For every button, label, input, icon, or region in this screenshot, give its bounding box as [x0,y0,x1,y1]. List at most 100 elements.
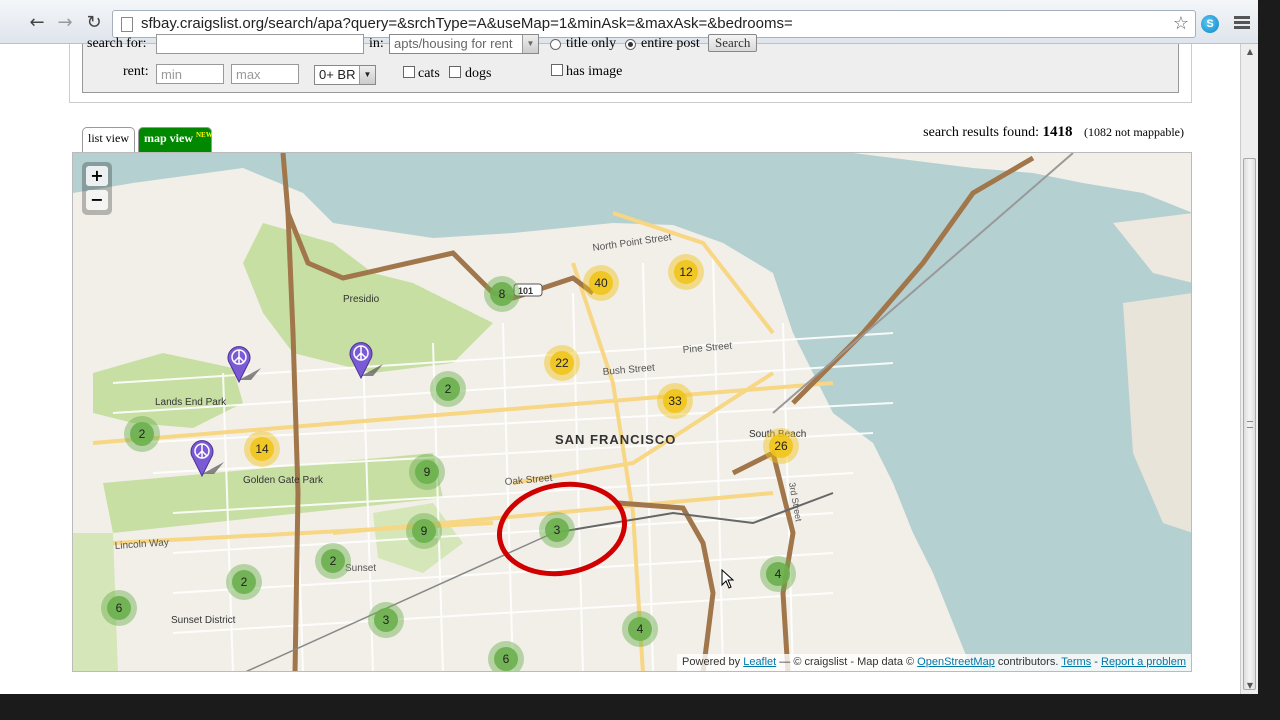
cluster-count: 6 [116,601,123,615]
back-arrow-icon[interactable]: ← [26,12,48,34]
results-count: 1418 [1042,124,1073,140]
cluster-marker[interactable]: 2 [430,371,466,407]
title-only-label: title only [566,36,617,51]
results-prefix: search results found: [923,125,1040,140]
cluster-marker[interactable]: 3 [539,512,575,548]
presidio-label: Presidio [343,294,380,305]
lands-end-label-text: Lands End Park [155,397,227,408]
highway-101-label: 101 [518,286,533,296]
cluster-count: 33 [668,394,682,408]
cats-label: cats [418,66,440,81]
zoom-out-button[interactable]: − [86,190,108,210]
search-button[interactable]: Search [708,34,758,52]
tab-map-view[interactable]: map view NEW [138,127,213,152]
cluster-marker[interactable]: 2 [124,416,160,452]
cats-checkbox[interactable] [403,66,415,78]
bedrooms-select-value: 0+ BR [319,67,356,82]
chevron-down-icon: ▼ [359,66,375,84]
results-unmappable: (1082 not mappable) [1084,125,1184,139]
cluster-marker[interactable]: 33 [657,383,693,419]
reload-icon[interactable]: ↻ [83,12,105,34]
dogs-checkbox[interactable] [449,66,461,78]
cluster-marker[interactable]: 4 [622,611,658,647]
cluster-count: 12 [679,265,693,279]
cluster-count: 4 [637,622,644,636]
new-badge: NEW [196,131,213,139]
cluster-count: 2 [445,382,452,396]
cluster-count: 22 [555,356,569,370]
leaflet-link[interactable]: Leaflet [743,656,776,668]
cluster-marker[interactable]: 6 [101,590,137,626]
in-label: in: [369,36,384,51]
cluster-marker[interactable]: 2 [315,543,351,579]
cluster-count: 2 [139,427,146,441]
map-view[interactable]: Presidio Lands End Park Golden Gate Park… [72,152,1192,672]
chevron-down-icon: ▼ [522,35,538,53]
url-text[interactable]: sfbay.craigslist.org/search/apa?query=&s… [141,15,793,32]
cluster-marker[interactable]: 9 [406,513,442,549]
map-canvas[interactable]: Presidio Lands End Park Golden Gate Park… [73,153,1192,672]
bedrooms-select[interactable]: 0+ BR ▼ [314,65,376,85]
min-rent-input[interactable]: min [156,64,224,84]
category-select[interactable]: apts/housing for rent ▼ [389,34,539,54]
cluster-marker[interactable]: 26 [763,428,799,464]
search-query-input[interactable] [156,34,364,54]
cluster-marker[interactable]: 3 [368,602,404,638]
scroll-thumb[interactable] [1243,158,1256,690]
attribution-dash: - [1091,656,1101,668]
mouse-cursor-icon [721,569,735,589]
golden-gate-park-label: Golden Gate Park [243,475,324,486]
cluster-count: 4 [775,567,782,581]
attribution-contributors: contributors. [994,656,1062,668]
search-for-label: search for: [87,36,147,51]
skype-extension-icon[interactable]: S [1201,15,1219,33]
cluster-count: 6 [503,652,510,666]
cluster-count: 2 [330,554,337,568]
terms-link[interactable]: Terms [1061,656,1091,668]
bookmark-star-icon[interactable]: ☆ [1173,13,1189,34]
tab-list-view-label: list view [88,131,129,145]
cluster-marker[interactable]: 2 [226,564,262,600]
results-summary: search results found: 1418 (1082 not map… [923,124,1184,141]
entire-post-label: entire post [641,36,700,51]
city-label: SAN FRANCISCO [555,432,676,447]
cluster-count: 3 [554,523,561,537]
window-edge-bottom [0,694,1280,720]
report-problem-link[interactable]: Report a problem [1101,656,1186,668]
title-only-radio[interactable] [550,39,561,50]
cluster-count: 9 [421,524,428,538]
search-form: search for: in: apts/housing for rent ▼ … [82,34,1179,93]
map-attribution: Powered by Leaflet — © craigslist - Map … [677,654,1191,671]
cluster-count: 8 [499,287,506,301]
cluster-marker[interactable]: 14 [244,431,280,467]
cluster-marker[interactable]: 12 [668,254,704,290]
openstreetmap-link[interactable]: OpenStreetMap [917,656,995,668]
page-icon [121,17,133,32]
entire-post-radio[interactable] [625,39,636,50]
cluster-marker[interactable]: 40 [583,265,619,301]
cluster-count: 26 [774,439,788,453]
dogs-label: dogs [465,66,492,81]
zoom-control: + − [82,162,112,215]
window-edge [1258,0,1280,720]
tab-list-view[interactable]: list view [82,127,135,152]
tab-map-view-label: map view [144,131,193,145]
attribution-powered-by: Powered by [682,656,741,668]
rent-label: rent: [123,64,149,79]
has-image-checkbox[interactable] [551,64,563,76]
forward-arrow-icon[interactable]: → [54,12,76,34]
max-rent-input[interactable]: max [231,64,299,84]
scroll-grip [1247,421,1253,428]
browser-menu-icon[interactable] [1234,16,1250,30]
cluster-marker[interactable]: 9 [409,454,445,490]
sunset-district-label: Sunset District [171,615,236,626]
page-scrollbar[interactable]: ▲ ▼ [1240,44,1258,694]
cluster-count: 2 [241,575,248,589]
scroll-up-icon[interactable]: ▲ [1241,44,1259,60]
zoom-in-button[interactable]: + [86,166,108,186]
cluster-marker[interactable]: 8 [484,276,520,312]
scroll-down-icon[interactable]: ▼ [1241,678,1259,694]
has-image-label: has image [566,64,623,79]
cluster-marker[interactable]: 4 [760,556,796,592]
cluster-marker[interactable]: 22 [544,345,580,381]
